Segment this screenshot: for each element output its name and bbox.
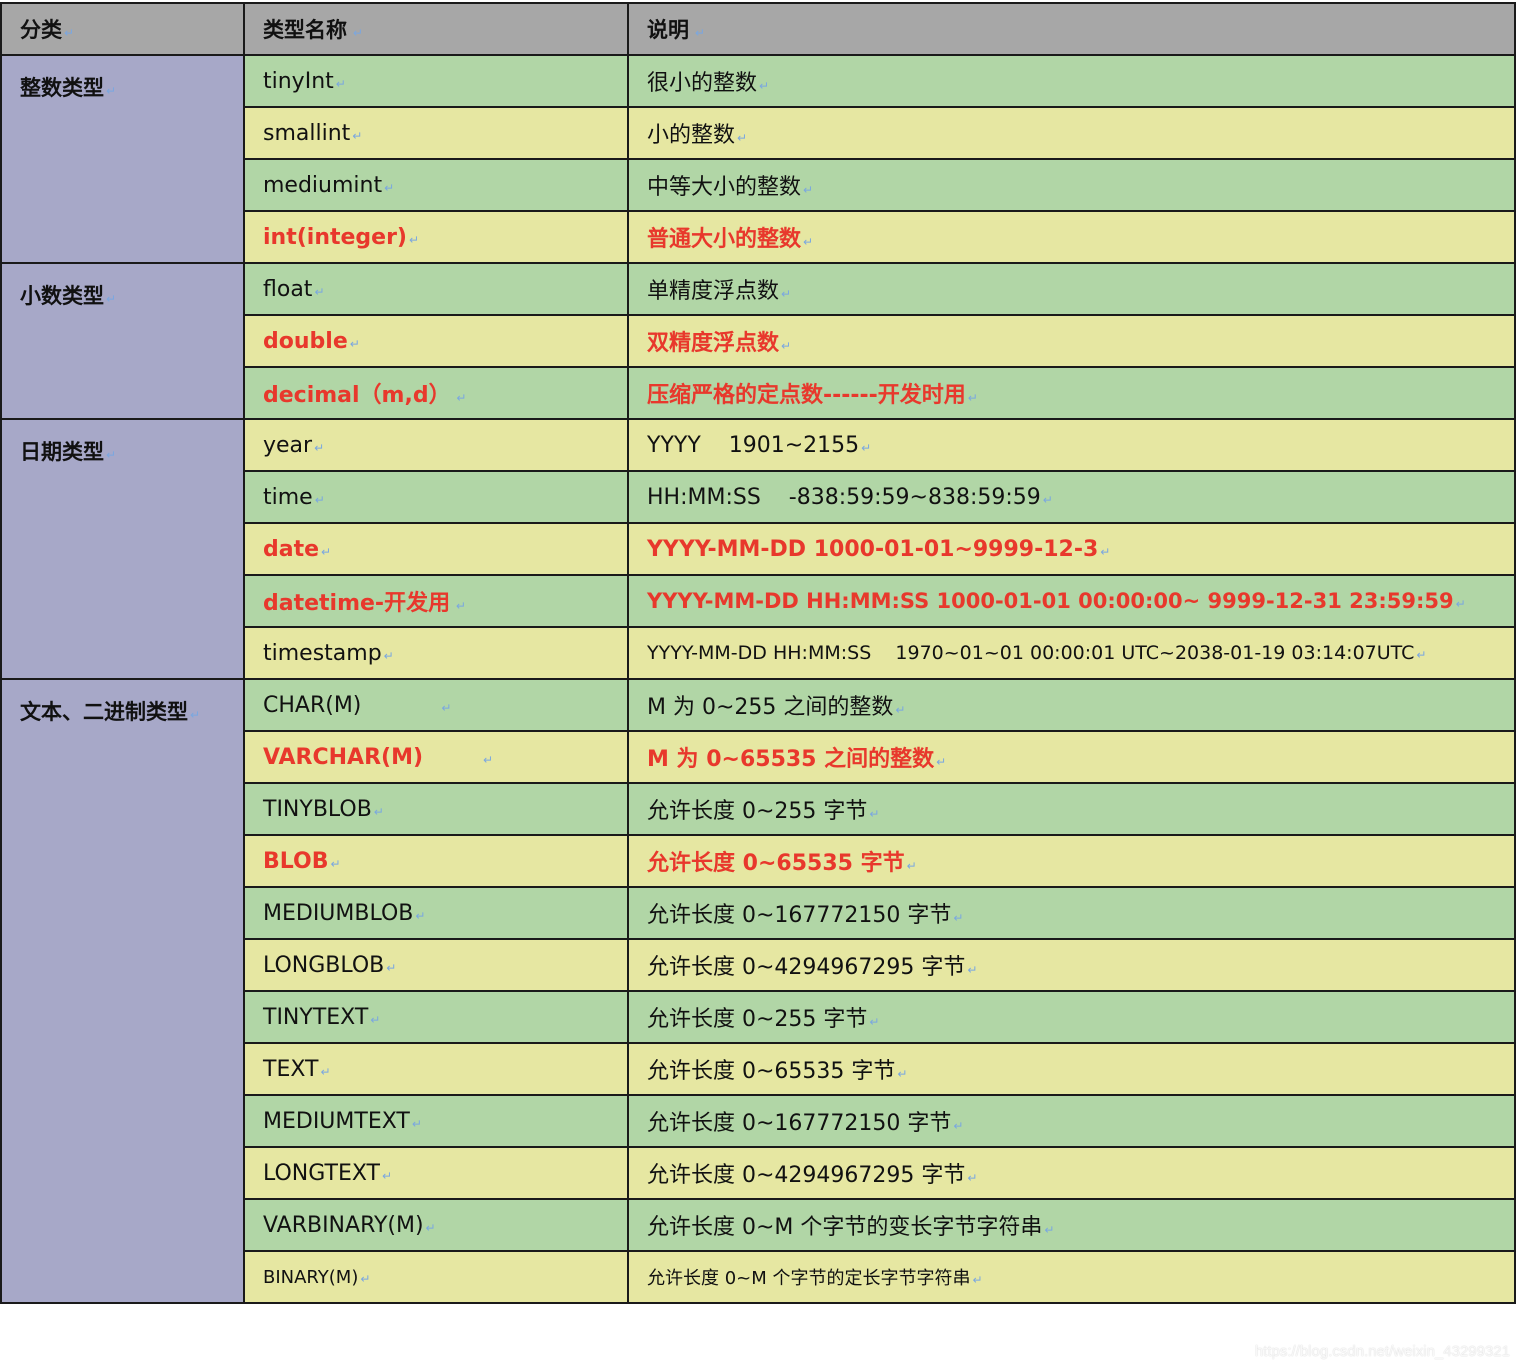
table-row: 日期类型 ↵ year ↵ YYYY 1901~2155 ↵: [0, 418, 1516, 680]
type-name-cell: TEXT ↵: [243, 1042, 629, 1096]
category-cell: 文本、二进制类型 ↵: [0, 678, 245, 1304]
type-name-cell: TINYBLOB ↵: [243, 782, 629, 836]
type-name-cell: float ↵: [243, 262, 629, 316]
type-name-cell: MEDIUMBLOB ↵: [243, 886, 629, 940]
type-name-cell: mediumint ↵: [243, 158, 629, 212]
description-cell: 允许长度 0~4294967295 字节 ↵: [627, 938, 1516, 992]
type-name-cell: time ↵: [243, 470, 629, 524]
description-cell: 允许长度 0~167772150 字节 ↵: [627, 886, 1516, 940]
description-cell: M 为 0~65535 之间的整数 ↵: [627, 730, 1516, 784]
category-cell: 日期类型 ↵: [0, 418, 245, 680]
description-cell: HH:MM:SS -838:59:59~838:59:59 ↵: [627, 470, 1516, 524]
type-name-cell: BLOB ↵: [243, 834, 629, 888]
type-name-cell: smallint ↵: [243, 106, 629, 160]
type-name-cell: int(integer) ↵: [243, 210, 629, 264]
description-cell: 允许长度 0~M 个字节的变长字节字符串 ↵: [627, 1198, 1516, 1252]
type-name-cell: tinyInt ↵: [243, 54, 629, 108]
header-description: 说明 ↵: [627, 2, 1516, 56]
table-row: 文本、二进制类型 ↵ CHAR(M) ↵ M 为 0~255 之间的整数 ↵: [0, 678, 1516, 1304]
description-cell: YYYY-MM-DD HH:MM:SS 1000-01-01 00:00:00~…: [627, 574, 1516, 628]
category-cell: 整数类型 ↵: [0, 54, 245, 264]
description-cell: 允许长度 0~167772150 字节 ↵: [627, 1094, 1516, 1148]
description-cell: 很小的整数 ↵: [627, 54, 1516, 108]
description-cell: 中等大小的整数 ↵: [627, 158, 1516, 212]
type-name-cell: datetime-开发用 ↵: [243, 574, 629, 628]
type-name-cell: LONGBLOB ↵: [243, 938, 629, 992]
description-cell: 允许长度 0~255 字节 ↵: [627, 782, 1516, 836]
description-cell: 允许长度 0~4294967295 字节 ↵: [627, 1146, 1516, 1200]
type-name-cell: VARCHAR(M) ↵: [243, 730, 629, 784]
description-cell: 小的整数 ↵: [627, 106, 1516, 160]
type-name-cell: BINARY(M) ↵: [243, 1250, 629, 1304]
description-cell: 单精度浮点数 ↵: [627, 262, 1516, 316]
description-cell: YYYY-MM-DD 1000-01-01~9999-12-3 ↵: [627, 522, 1516, 576]
type-name-cell: year ↵: [243, 418, 629, 472]
description-cell: 允许长度 0~255 字节 ↵: [627, 990, 1516, 1044]
table-row: 整数类型 ↵ tinyInt ↵ 很小的整数 ↵: [0, 54, 1516, 264]
type-name-cell: date ↵: [243, 522, 629, 576]
type-name-cell: LONGTEXT ↵: [243, 1146, 629, 1200]
description-cell: YYYY-MM-DD HH:MM:SS 1970~01~01 00:00:01 …: [627, 626, 1516, 680]
description-cell: 普通大小的整数 ↵: [627, 210, 1516, 264]
type-name-cell: MEDIUMTEXT ↵: [243, 1094, 629, 1148]
description-cell: 双精度浮点数 ↵: [627, 314, 1516, 368]
type-name-cell: TINYTEXT ↵: [243, 990, 629, 1044]
header-row: 分类 ↵ 类型名称 ↵ 说明 ↵: [0, 2, 1516, 56]
type-name-cell: timestamp ↵: [243, 626, 629, 680]
type-name-cell: double ↵: [243, 314, 629, 368]
watermark: https://blog.csdn.net/weixin_43299321: [1254, 1343, 1510, 1360]
data-types-table: 分类 ↵ 类型名称 ↵ 说明 ↵ 整数类型 ↵ tinyInt ↵ 很小的整数 ↵ sm…: [0, 2, 1516, 1304]
type-name-cell: VARBINARY(M) ↵: [243, 1198, 629, 1252]
description-cell: M 为 0~255 之间的整数 ↵: [627, 678, 1516, 732]
category-cell: 小数类型 ↵: [0, 262, 245, 420]
description-cell: 压缩严格的定点数------开发时用 ↵: [627, 366, 1516, 420]
description-cell: YYYY 1901~2155 ↵: [627, 418, 1516, 472]
description-cell: 允许长度 0~M 个字节的定长字节字符串 ↵: [627, 1250, 1516, 1304]
header-type-name: 类型名称 ↵: [243, 2, 629, 56]
type-name-cell: decimal（m,d） ↵: [243, 366, 629, 420]
table-row: 小数类型 ↵ float ↵ 单精度浮点数 ↵: [0, 262, 1516, 420]
description-cell: 允许长度 0~65535 字节 ↵: [627, 834, 1516, 888]
description-cell: 允许长度 0~65535 字节 ↵: [627, 1042, 1516, 1096]
type-name-cell: CHAR(M) ↵: [243, 678, 629, 732]
header-category: 分类 ↵: [0, 2, 245, 56]
